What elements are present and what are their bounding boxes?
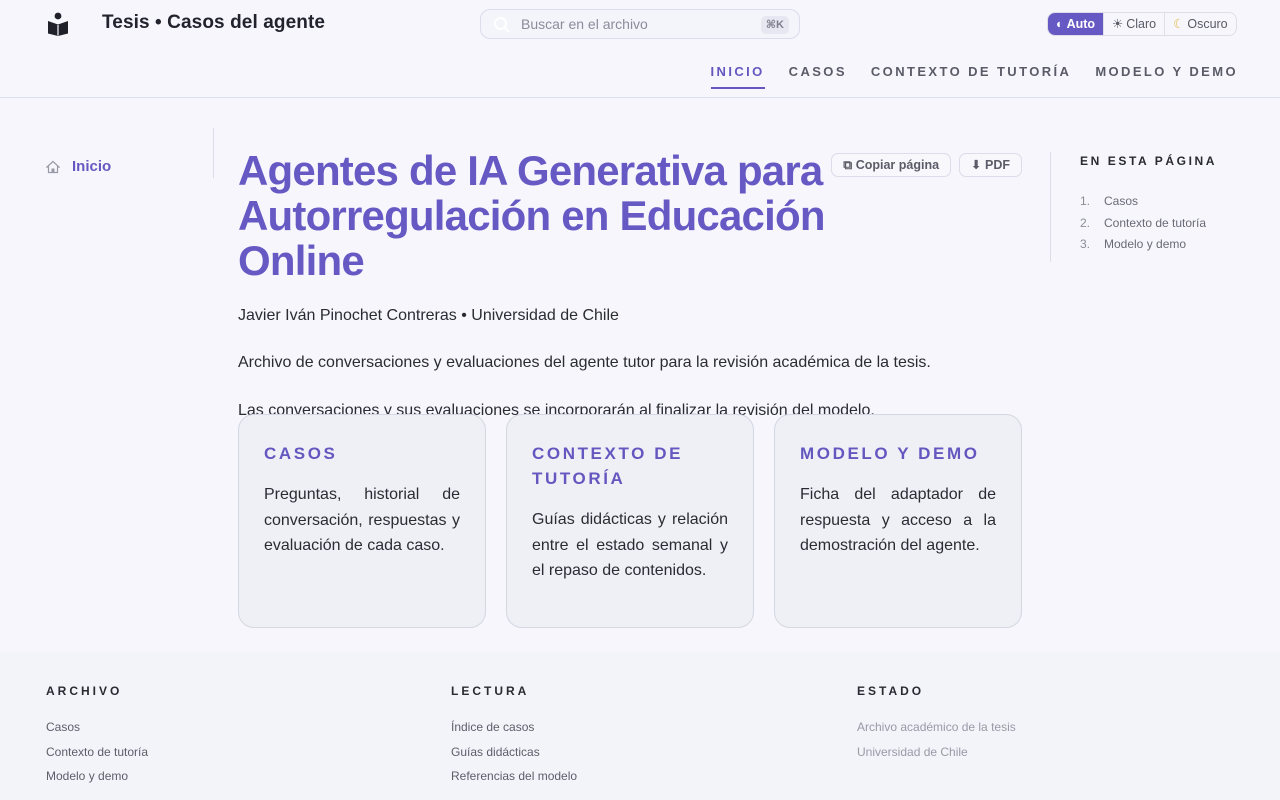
page-title: Agentes de IA Generativa para Autorregul… (238, 147, 825, 284)
moon-icon: ☾ (1173, 17, 1185, 31)
toc-item-modelo[interactable]: 3. Modelo y demo (1080, 237, 1240, 259)
search-icon (494, 17, 510, 33)
card-contexto-tutoria[interactable]: CONTEXTO DE TUTORÍA Guías didácticas y r… (506, 414, 754, 628)
nav-tab-inicio[interactable]: INICIO (710, 64, 765, 89)
toc-list: 1. Casos 2. Contexto de tutoría 3. Modelo y… (1080, 194, 1240, 259)
search-input[interactable]: Buscar en el archivo (521, 16, 648, 32)
footer-link[interactable]: Modelo y demo (46, 769, 148, 794)
card-title: MODELO Y DEMO (800, 444, 980, 463)
theme-dark-button[interactable]: ☾ Oscuro (1164, 13, 1236, 35)
search-box[interactable]: Buscar en el archivo ⌘K (480, 9, 800, 39)
theme-light-button[interactable]: ☀ Claro (1103, 13, 1164, 35)
card-title: CONTEXTO DE TUTORÍA (532, 444, 684, 488)
on-this-page: EN ESTA PÁGINA 1. Casos 2. Contexto de tut… (1050, 152, 1240, 262)
footer-column-estado: ESTADO Archivo académico de la tesis Uni… (857, 684, 1016, 769)
footer-links: Archivo académico de la tesis Universida… (857, 720, 1016, 769)
footer-link[interactable]: Referencias del modelo (451, 769, 577, 794)
footer-text: Universidad de Chile (857, 744, 968, 759)
footer-heading: ESTADO (857, 684, 925, 698)
sidebar-item-label: Inicio (72, 158, 112, 175)
toc-item-contexto[interactable]: 2. Contexto de tutoría (1080, 216, 1240, 238)
footer-column-lectura: LECTURA Índice de casos Guías didácticas… (451, 684, 577, 794)
footer-heading: LECTURA (451, 684, 530, 698)
left-sidebar: Inicio (0, 128, 214, 178)
nav-tab-casos[interactable]: CASOS (789, 64, 847, 89)
card-text: Ficha del adaptador de respuesta y acces… (800, 486, 996, 554)
site-title[interactable]: Tesis • Casos del agente (102, 12, 325, 34)
half-circle-icon: ◐ (1056, 17, 1064, 31)
footer-heading: ARCHIVO (46, 684, 123, 698)
top-bar: Tesis • Casos del agente Buscar en el ar… (0, 0, 1280, 98)
nav-tab-contexto[interactable]: CONTEXTO DE TUTORÍA (871, 64, 1071, 89)
footer-link[interactable]: Contexto de tutoría (46, 745, 148, 770)
page-actions: ⧉ Copiar página ⬇ PDF (831, 153, 1022, 177)
main-content: Agentes de IA Generativa para Autorregul… (238, 147, 1022, 628)
toc-item-casos[interactable]: 1. Casos (1080, 194, 1240, 216)
footer-link[interactable]: Guías didácticas (451, 745, 577, 770)
home-icon (46, 160, 60, 173)
card-casos[interactable]: CASOS Preguntas, historial de conversaci… (238, 414, 486, 628)
footer-text: Archivo académico de la tesis (857, 720, 1016, 734)
book-logo-icon[interactable] (47, 12, 69, 36)
card-modelo-demo[interactable]: MODELO Y DEMO Ficha del adaptador de res… (774, 414, 1022, 628)
theme-toggle: ◐ Auto ☀ Claro ☾ Oscuro (1047, 12, 1237, 36)
footer-links: Índice de casos Guías didácticas Referen… (451, 720, 577, 794)
intro-paragraph: Archivo de conversaciones y evaluaciones… (238, 354, 931, 371)
nav-tab-modelo[interactable]: MODELO Y DEMO (1095, 64, 1238, 89)
pdf-button[interactable]: ⬇ PDF (959, 153, 1022, 177)
section-cards: CASOS Preguntas, historial de conversaci… (238, 414, 1022, 628)
search-shortcut: ⌘K (760, 16, 789, 34)
author-line: Javier Iván Pinochet Contreras • Univers… (238, 307, 619, 324)
card-text: Preguntas, historial de conversación, re… (264, 486, 460, 554)
footer-link[interactable]: Índice de casos (451, 720, 577, 745)
copy-page-button[interactable]: ⧉ Copiar página (831, 153, 952, 177)
footer-link[interactable]: Casos (46, 720, 148, 745)
card-title: CASOS (264, 444, 338, 463)
sidebar-item-inicio[interactable]: Inicio (46, 158, 111, 175)
sun-icon: ☀ (1112, 17, 1124, 31)
theme-auto-button[interactable]: ◐ Auto (1048, 13, 1104, 35)
footer-links: Casos Contexto de tutoría Modelo y demo (46, 720, 148, 794)
card-text: Guías didácticas y relación entre el est… (532, 511, 728, 579)
toc-heading: EN ESTA PÁGINA (1080, 154, 1218, 168)
footer-column-archivo: ARCHIVO Casos Contexto de tutoría Modelo… (46, 684, 148, 794)
main-nav: INICIO CASOS CONTEXTO DE TUTORÍA MODELO … (710, 64, 1238, 89)
footer: ARCHIVO Casos Contexto de tutoría Modelo… (0, 652, 1280, 800)
